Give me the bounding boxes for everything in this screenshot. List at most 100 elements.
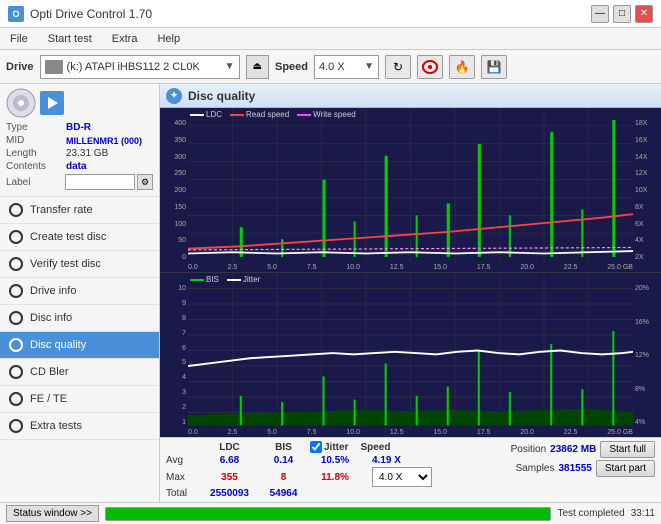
nav-item-drive-info[interactable]: Drive info — [0, 278, 159, 305]
app-icon: O — [8, 6, 24, 22]
samples-val: 381555 — [558, 463, 591, 474]
save-button[interactable]: 💾 — [481, 55, 507, 79]
drive-icon — [45, 60, 63, 74]
app-title: Opti Drive Control 1.70 — [30, 7, 152, 21]
titlebar-left: O Opti Drive Control 1.70 — [8, 6, 152, 22]
nav-icon-disc-info — [8, 310, 24, 326]
stats-right: Position 23862 MB Start full Samples 381… — [511, 441, 655, 499]
legend-bis: BIS — [190, 275, 219, 284]
avg-speed: 4.19 X — [372, 455, 401, 466]
legend-read: Read speed — [230, 110, 289, 119]
disc-icon — [422, 60, 438, 74]
label-btn[interactable]: ⚙ — [137, 174, 153, 190]
contents-val: data — [66, 161, 87, 172]
nav-item-disc-info[interactable]: Disc info — [0, 305, 159, 332]
nav-label-fe-te: FE / TE — [30, 393, 67, 405]
chart1-y-left: 400 350 300 250 200 150 100 50 0 — [160, 108, 188, 263]
max-jitter: 11.8% — [310, 472, 360, 483]
start-full-button[interactable]: Start full — [600, 441, 655, 458]
total-ldc: 2550093 — [202, 488, 257, 499]
status-window-button[interactable]: Status window >> — [6, 505, 99, 522]
disc-length-row: Length 23.31 GB — [6, 148, 153, 159]
jitter-header: Jitter — [324, 442, 348, 453]
disc-button[interactable] — [417, 55, 443, 79]
status-time: 33:11 — [631, 508, 655, 519]
position-val: 23862 MB — [550, 444, 596, 455]
menu-file[interactable]: File — [4, 31, 34, 47]
chart2: BIS Jitter 10 9 8 7 6 5 — [160, 273, 661, 437]
nav-icon-verify-test-disc — [8, 256, 24, 272]
legend-jitter: Jitter — [227, 275, 260, 284]
stats-table: LDC BIS Jitter Speed Avg 6.68 0.14 10.5%… — [166, 441, 507, 499]
menubar: File Start test Extra Help — [0, 28, 661, 50]
disc-label-row: Label ⚙ — [6, 174, 153, 190]
chart2-y-left: 10 9 8 7 6 5 4 3 2 1 — [160, 273, 188, 428]
speed-dropdown-arrow: ▼ — [364, 61, 374, 72]
nav-label-create-test-disc: Create test disc — [30, 231, 106, 243]
nav-item-verify-test-disc[interactable]: Verify test disc — [0, 251, 159, 278]
mid-key: MID — [6, 135, 66, 146]
nav-item-extra-tests[interactable]: Extra tests — [0, 413, 159, 440]
nav-item-fe-te[interactable]: FE / TE — [0, 386, 159, 413]
burn-button[interactable]: 🔥 — [449, 55, 475, 79]
nav-item-create-test-disc[interactable]: Create test disc — [0, 224, 159, 251]
disc-quality-header: ✦ Disc quality — [160, 84, 661, 108]
content-area: ✦ Disc quality LDC Read speed — [160, 84, 661, 502]
label-input[interactable] — [65, 174, 135, 190]
menu-start-test[interactable]: Start test — [42, 31, 98, 47]
speed-select-stats[interactable]: 4.0 X — [372, 467, 432, 487]
disc-panel: Type BD-R MID MILLENMR1 (000) Length 23.… — [0, 84, 159, 197]
nav-item-transfer-rate[interactable]: Transfer rate — [0, 197, 159, 224]
start-part-button[interactable]: Start part — [596, 460, 655, 477]
label-key: Label — [6, 177, 65, 188]
chart1-svg — [188, 108, 633, 263]
disc-quality-title: Disc quality — [188, 89, 255, 103]
eject-button[interactable]: ⏏ — [246, 55, 269, 79]
drive-label: Drive — [6, 61, 34, 73]
charts-and-stats: LDC Read speed Write speed 400 — [160, 108, 661, 437]
total-label: Total — [166, 488, 198, 499]
stats-panel: LDC BIS Jitter Speed Avg 6.68 0.14 10.5%… — [160, 437, 661, 502]
jitter-checkbox[interactable] — [310, 441, 322, 453]
ldc-legend-line — [190, 114, 204, 116]
type-key: Type — [6, 122, 66, 133]
minimize-button[interactable]: — — [591, 5, 609, 23]
length-key: Length — [6, 148, 66, 159]
chart1-legend: LDC Read speed Write speed — [190, 110, 356, 119]
menu-help[interactable]: Help — [151, 31, 186, 47]
menu-extra[interactable]: Extra — [106, 31, 144, 47]
nav-label-extra-tests: Extra tests — [30, 420, 82, 432]
speed-value: 4.0 X — [319, 61, 362, 73]
nav-label-drive-info: Drive info — [30, 285, 76, 297]
nav-item-disc-quality[interactable]: Disc quality — [0, 332, 159, 359]
legend-write: Write speed — [297, 110, 356, 119]
length-val: 23.31 GB — [66, 148, 108, 159]
nav-label-disc-quality: Disc quality — [30, 339, 86, 351]
refresh-button[interactable]: ↻ — [385, 55, 411, 79]
chart1-y-right: 18X 16X 14X 12X 10X 8X 6X 4X 2X — [633, 108, 661, 263]
titlebar-controls: — □ ✕ — [591, 5, 653, 23]
progress-bar-fill — [106, 508, 551, 520]
jitter-legend-line — [227, 279, 241, 281]
jitter-legend-label: Jitter — [243, 275, 260, 284]
nav-items: Transfer rate Create test disc Verify test… — [0, 197, 159, 440]
read-legend-line — [230, 114, 244, 116]
nav-icon-create-test-disc — [8, 229, 24, 245]
disc-contents-row: Contents data — [6, 161, 153, 172]
close-button[interactable]: ✕ — [635, 5, 653, 23]
bis-header: BIS — [261, 442, 306, 453]
drive-select[interactable]: (k:) ATAPl iHBS112 2 CL0K ▼ — [40, 55, 240, 79]
maximize-button[interactable]: □ — [613, 5, 631, 23]
speed-header: Speed — [360, 442, 390, 453]
disc-mid-row: MID MILLENMR1 (000) — [6, 135, 153, 146]
speed-select[interactable]: 4.0 X ▼ — [314, 55, 379, 79]
chart1-draw — [188, 108, 633, 263]
ldc-legend-label: LDC — [206, 110, 222, 119]
avg-bis: 0.14 — [261, 455, 306, 466]
nav-item-cd-bler[interactable]: CD Bler — [0, 359, 159, 386]
avg-label: Avg — [166, 455, 198, 466]
chart2-draw — [188, 273, 633, 428]
disc-type-row: Type BD-R — [6, 122, 153, 133]
disc-quality-icon: ✦ — [166, 88, 182, 104]
stats-header-row: LDC BIS Jitter Speed — [166, 441, 507, 453]
